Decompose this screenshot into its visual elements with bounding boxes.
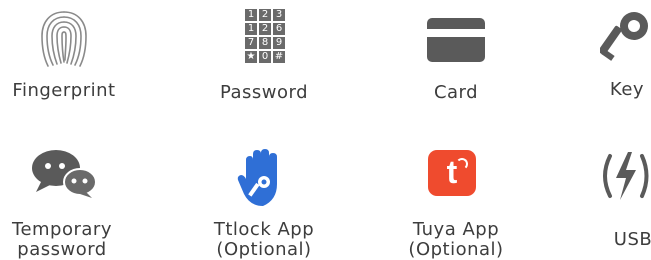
ttlock-app-label: Ttlock App (Optional): [213, 219, 315, 260]
password-label: Password: [219, 82, 309, 103]
keypad-icon: 1 2 3 1 2 6 7 8 9 ★ 0 #: [244, 8, 285, 64]
card-icon: [427, 18, 485, 62]
keypad-key: 2: [259, 23, 271, 35]
chat-bubbles-icon: [32, 150, 97, 198]
usb-label: USB: [613, 229, 651, 250]
key-label: Key: [609, 79, 645, 100]
keypad-key: 8: [259, 37, 271, 49]
keypad-key: 7: [245, 37, 257, 49]
tuya-badge: t: [446, 154, 458, 190]
keypad-key: 9: [273, 37, 285, 49]
keypad-key: 1: [245, 23, 257, 35]
temporary-password-label: Temporary password: [12, 219, 112, 260]
card-label: Card: [433, 82, 479, 103]
fingerprint-icon: [41, 11, 87, 67]
keypad-key: #: [273, 51, 285, 63]
usb-charge-icon: [603, 152, 649, 200]
keypad-key: 3: [273, 9, 285, 21]
fingerprint-label: Fingerprint: [12, 80, 116, 101]
keypad-key: ★: [245, 51, 257, 63]
keypad-key: 6: [273, 23, 285, 35]
keypad-key: 1: [245, 9, 257, 21]
ttlock-hand-icon: [237, 149, 277, 206]
keypad-key: 0: [259, 51, 271, 63]
key-icon: [600, 12, 648, 61]
keypad-key: 2: [259, 9, 271, 21]
tuya-app-label: Tuya App (Optional): [408, 219, 504, 260]
tuya-icon: t: [428, 150, 476, 196]
